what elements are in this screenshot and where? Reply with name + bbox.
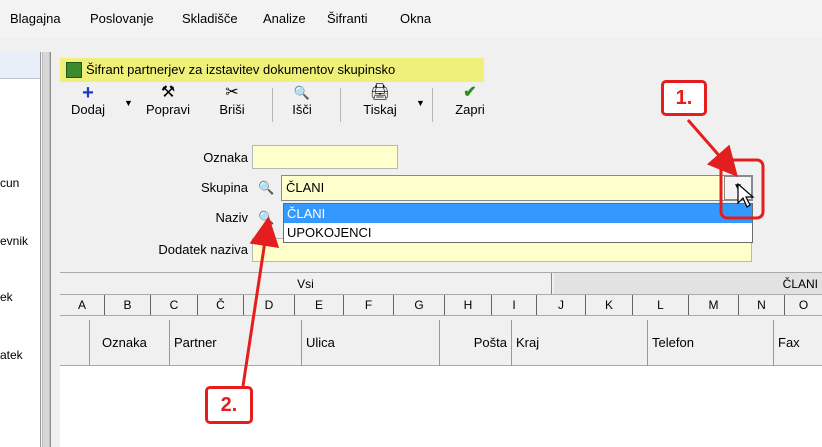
annotation-arrows [241, 119, 765, 387]
arrow-2 [241, 216, 280, 387]
callout-2: 2. [205, 386, 253, 424]
mouse-cursor-icon [737, 183, 755, 208]
callout-1: 1. [661, 80, 707, 116]
